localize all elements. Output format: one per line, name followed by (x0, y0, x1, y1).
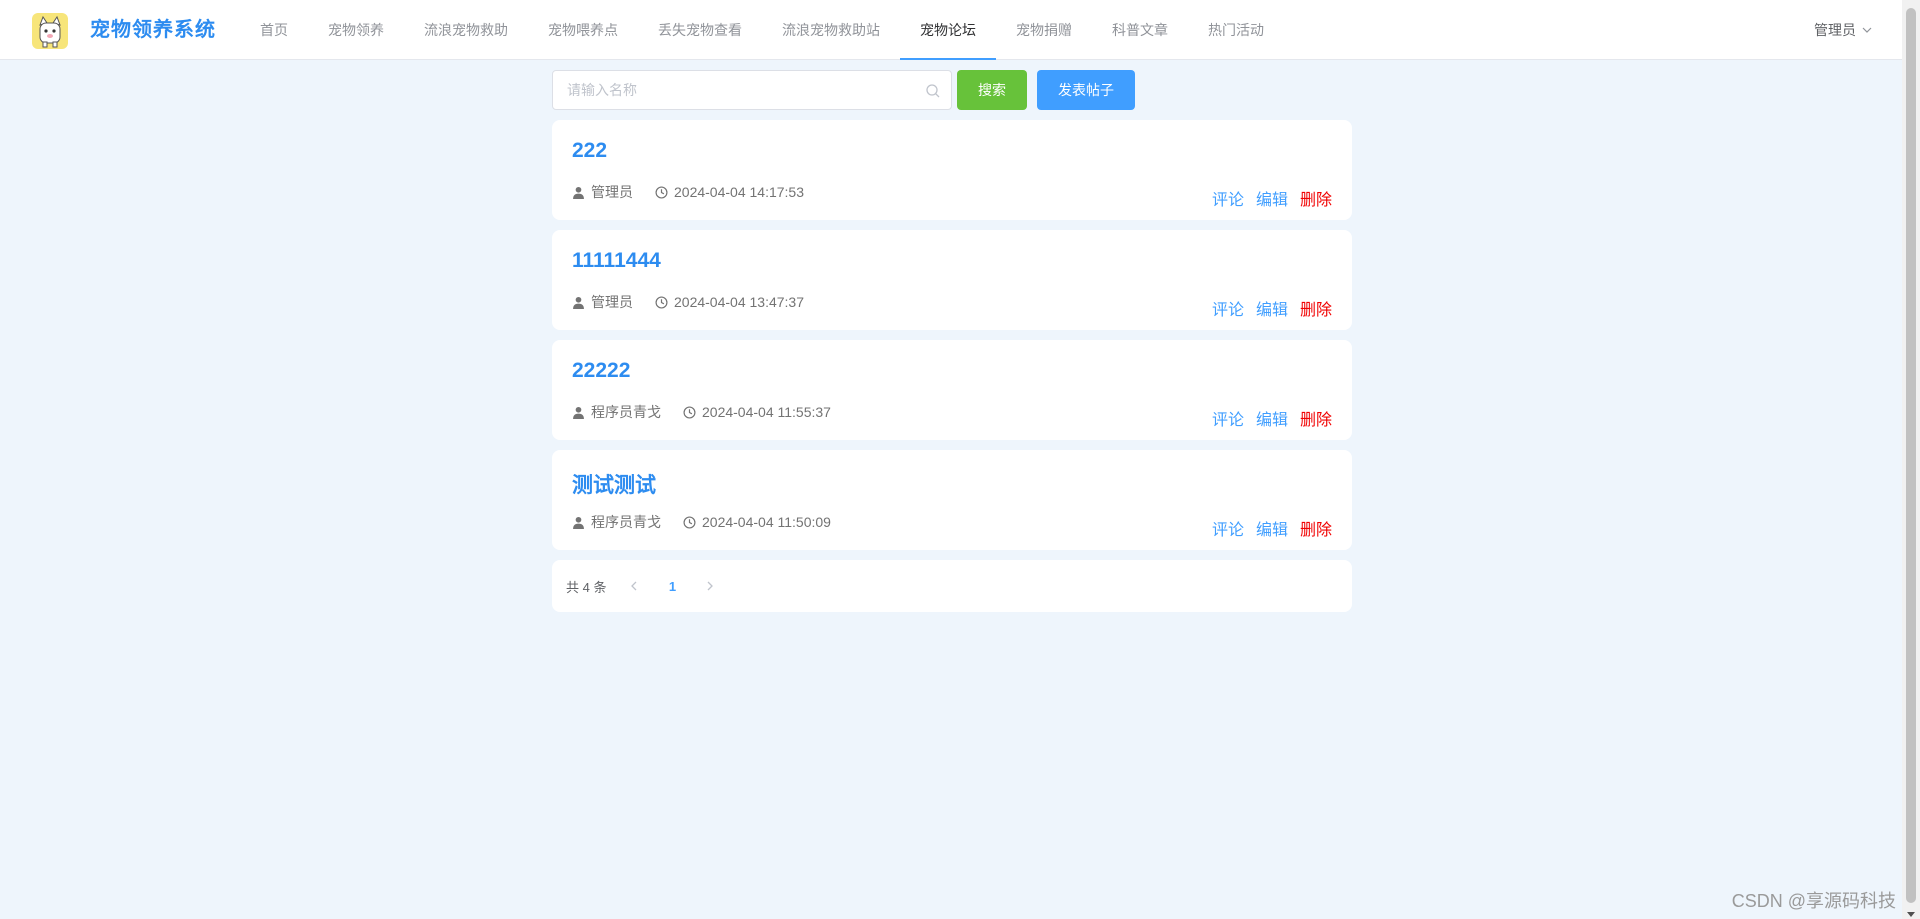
search-icon (926, 84, 940, 98)
page-number[interactable]: 1 (648, 579, 696, 594)
post-author: 管理员 (591, 184, 633, 200)
delete-link[interactable]: 删除 (1300, 296, 1332, 320)
search-input[interactable] (553, 71, 951, 109)
user-menu[interactable]: 管理员 (1814, 0, 1872, 60)
chevron-right-icon (708, 581, 714, 591)
page-scrollbar[interactable] (1902, 0, 1920, 919)
post-meta: 程序员青戈 2024-04-04 11:50:09 (572, 512, 831, 532)
post-actions: 评论 编辑 删除 (1212, 406, 1332, 430)
search-box (552, 70, 952, 110)
clock-icon (683, 405, 696, 419)
nav-pet-adoption[interactable]: 宠物领养 (308, 0, 404, 60)
post-author: 程序员青戈 (591, 514, 661, 530)
delete-link[interactable]: 删除 (1300, 406, 1332, 430)
edit-link[interactable]: 编辑 (1256, 186, 1288, 210)
nav-home[interactable]: 首页 (240, 0, 308, 60)
post-author: 程序员青戈 (591, 404, 661, 420)
post-card: 222 管理员 2024-04-04 14:17:53 评论 编辑 删除 (552, 120, 1352, 220)
chevron-left-icon (631, 581, 637, 591)
post-meta: 管理员 2024-04-04 13:47:37 (572, 292, 804, 312)
nav-hot-activities[interactable]: 热门活动 (1188, 0, 1284, 60)
clock-icon (655, 295, 668, 309)
post-actions: 评论 编辑 删除 (1212, 516, 1332, 540)
search-button[interactable]: 搜索 (957, 70, 1027, 110)
nav-science-articles[interactable]: 科普文章 (1092, 0, 1188, 60)
nav-rescue-stations[interactable]: 流浪宠物救助站 (762, 0, 900, 60)
post-meta: 管理员 2024-04-04 14:17:53 (572, 182, 804, 202)
post-actions: 评论 编辑 删除 (1212, 296, 1332, 320)
post-title[interactable]: 11111444 (572, 249, 661, 273)
clock-icon (683, 515, 696, 529)
nav-pet-donation[interactable]: 宠物捐赠 (996, 0, 1092, 60)
delete-link[interactable]: 删除 (1300, 516, 1332, 540)
pet-logo-icon[interactable] (32, 13, 68, 49)
watermark-text: CSDN @享源码科技 (1731, 891, 1896, 911)
main-nav: 首页 宠物领养 流浪宠物救助 宠物喂养点 丢失宠物查看 流浪宠物救助站 宠物论坛… (240, 0, 1284, 60)
clock-icon (655, 185, 668, 199)
user-icon (573, 186, 584, 199)
comment-link[interactable]: 评论 (1212, 516, 1244, 540)
comment-link[interactable]: 评论 (1212, 406, 1244, 430)
edit-link[interactable]: 编辑 (1256, 296, 1288, 320)
pagination: 共 4 条 1 (552, 560, 1352, 612)
post-meta: 程序员青戈 2024-04-04 11:55:37 (572, 402, 831, 422)
next-page-button[interactable] (696, 572, 724, 600)
post-time: 2024-04-04 11:55:37 (702, 404, 831, 420)
delete-link[interactable]: 删除 (1300, 186, 1332, 210)
post-title[interactable]: 测试测试 (572, 469, 656, 499)
top-header: 宠物领养系统 首页 宠物领养 流浪宠物救助 宠物喂养点 丢失宠物查看 流浪宠物救… (0, 0, 1902, 60)
user-name: 管理员 (1814, 22, 1856, 38)
chevron-down-icon (1862, 27, 1872, 33)
user-icon (573, 406, 584, 419)
post-time: 2024-04-04 13:47:37 (674, 294, 804, 310)
new-post-button[interactable]: 发表帖子 (1037, 70, 1135, 110)
scrollbar-thumb[interactable] (1906, 8, 1916, 903)
user-icon (573, 516, 584, 529)
post-card: 22222 程序员青戈 2024-04-04 11:55:37 评论 编辑 删除 (552, 340, 1352, 440)
user-icon (573, 296, 584, 309)
scroll-down-arrow-icon[interactable] (1907, 912, 1915, 917)
pagination-total: 共 4 条 (566, 579, 607, 595)
post-actions: 评论 编辑 删除 (1212, 186, 1332, 210)
post-card: 11111444 管理员 2024-04-04 13:47:37 评论 编辑 删… (552, 230, 1352, 330)
nav-stray-rescue[interactable]: 流浪宠物救助 (404, 0, 528, 60)
post-author: 管理员 (591, 294, 633, 310)
comment-link[interactable]: 评论 (1212, 186, 1244, 210)
edit-link[interactable]: 编辑 (1256, 406, 1288, 430)
nav-feeding-points[interactable]: 宠物喂养点 (528, 0, 638, 60)
comment-link[interactable]: 评论 (1212, 296, 1244, 320)
post-card: 测试测试 程序员青戈 2024-04-04 11:50:09 评论 编辑 删除 (552, 450, 1352, 550)
post-time: 2024-04-04 11:50:09 (702, 514, 831, 530)
post-time: 2024-04-04 14:17:53 (674, 184, 804, 200)
post-list: 222 管理员 2024-04-04 14:17:53 评论 编辑 删除 111… (552, 120, 1352, 560)
nav-lost-pets[interactable]: 丢失宠物查看 (638, 0, 762, 60)
post-title[interactable]: 22222 (572, 359, 630, 383)
prev-page-button[interactable] (620, 572, 648, 600)
brand-title: 宠物领养系统 (90, 19, 216, 41)
post-title[interactable]: 222 (572, 139, 607, 163)
nav-pet-forum[interactable]: 宠物论坛 (900, 0, 996, 60)
edit-link[interactable]: 编辑 (1256, 516, 1288, 540)
